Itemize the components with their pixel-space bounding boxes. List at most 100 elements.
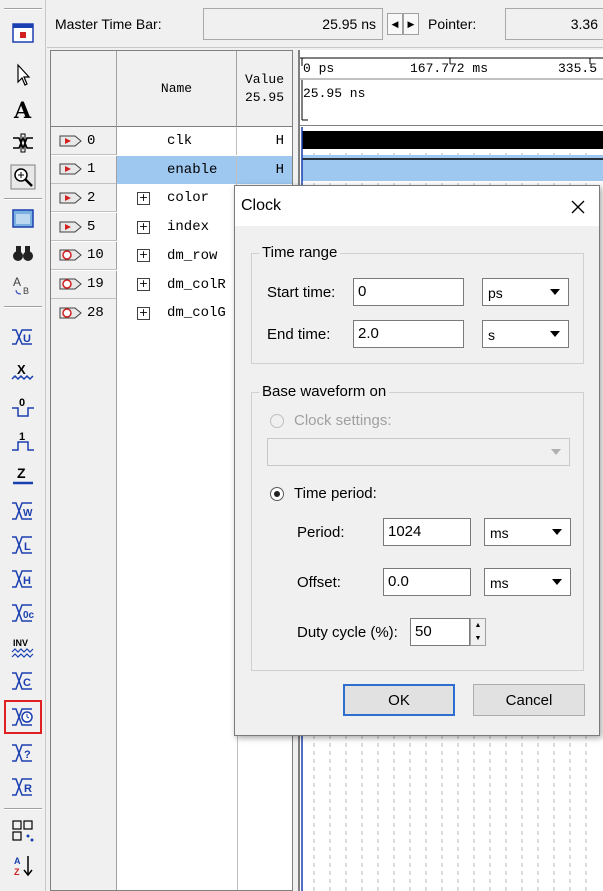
row-name-cell[interactable]: clk bbox=[117, 127, 237, 155]
chevron-down-icon bbox=[546, 521, 568, 543]
row-name-cell[interactable]: + dm_colR bbox=[117, 270, 237, 299]
duty-cycle-spinner[interactable]: ▲ ▼ bbox=[470, 618, 486, 646]
svg-text:INV: INV bbox=[13, 638, 28, 648]
row-name-cell[interactable]: enable bbox=[117, 155, 237, 184]
waveform-toolbar: A AB U X 0 1 Z W L H 0c INV C ? R A Z bbox=[0, 0, 46, 891]
time-period-label: Time period: bbox=[294, 485, 377, 502]
row-id-cell: 2 bbox=[51, 184, 117, 213]
name-column-header[interactable]: Name bbox=[117, 51, 237, 127]
time-range-title: Time range bbox=[259, 244, 341, 261]
waveform-edit-icon[interactable] bbox=[6, 128, 40, 158]
signal-name: dm_colG bbox=[167, 305, 226, 322]
forcing-unknown-icon[interactable]: X bbox=[6, 357, 40, 387]
chevron-down-icon bbox=[544, 281, 566, 303]
row-value-cell: H bbox=[237, 127, 292, 155]
signal-name: enable bbox=[167, 161, 218, 178]
row-value-cell: H bbox=[237, 155, 292, 184]
spin-down-icon[interactable]: ▼ bbox=[471, 632, 485, 645]
expand-icon[interactable]: + bbox=[137, 220, 150, 234]
text-tool-icon[interactable]: A bbox=[6, 94, 40, 124]
count-value-icon[interactable]: C bbox=[6, 666, 40, 696]
arbitrary-value-icon[interactable]: ? bbox=[6, 738, 40, 768]
svg-text:C: C bbox=[23, 677, 31, 689]
value-header-label: Value bbox=[244, 71, 284, 87]
offset-input[interactable]: 0.0 bbox=[383, 568, 471, 596]
row-id: 5 bbox=[87, 218, 96, 235]
svg-text:0: 0 bbox=[19, 397, 25, 409]
signal-value: H bbox=[275, 133, 284, 149]
pointer-tool-icon[interactable] bbox=[6, 60, 40, 90]
sort-icon[interactable]: AZ bbox=[6, 850, 40, 880]
svg-text:0c: 0c bbox=[23, 610, 35, 621]
clock-settings-radio[interactable] bbox=[270, 414, 284, 428]
start-time-unit-select[interactable]: ps bbox=[482, 278, 569, 306]
id-column-fill bbox=[51, 323, 117, 890]
row-name-cell[interactable]: + dm_colG bbox=[117, 299, 237, 328]
period-unit-select[interactable]: ms bbox=[484, 518, 571, 546]
value-header-time: 25.95 bbox=[244, 89, 284, 105]
forcing-low-icon[interactable]: 0 bbox=[6, 392, 40, 422]
row-id: 1 bbox=[87, 161, 96, 178]
row-name-cell[interactable]: + color bbox=[117, 184, 237, 213]
row-name-cell[interactable]: + dm_row bbox=[117, 241, 237, 270]
pointer-field[interactable]: 3.36 bbox=[505, 8, 603, 40]
offset-unit-select[interactable]: ms bbox=[484, 568, 571, 596]
row-id-cell: 10 bbox=[51, 241, 117, 270]
toolbar-separator bbox=[4, 808, 42, 810]
offset-unit-value: ms bbox=[490, 575, 509, 591]
cancel-button[interactable]: Cancel bbox=[473, 684, 585, 716]
period-unit-value: ms bbox=[490, 525, 509, 541]
spin-up-icon[interactable]: ▲ bbox=[471, 619, 485, 632]
expand-icon[interactable]: + bbox=[137, 191, 150, 205]
expand-icon[interactable]: + bbox=[137, 249, 150, 263]
row-name-cell[interactable]: + index bbox=[117, 213, 237, 242]
master-time-bar-field[interactable]: 25.95 ns bbox=[203, 8, 383, 40]
next-transition-button[interactable]: ▶ bbox=[403, 13, 419, 35]
svg-text:X: X bbox=[17, 362, 26, 377]
timescale-header: 0 ps 167.772 ms 335.5 25.95 ns bbox=[300, 50, 603, 126]
weak-unknown-icon[interactable]: W bbox=[6, 496, 40, 526]
svg-text:L: L bbox=[24, 541, 31, 553]
full-screen-icon[interactable] bbox=[6, 204, 40, 234]
end-time-unit-value: s bbox=[488, 327, 495, 343]
toolbar-separator bbox=[4, 198, 42, 200]
replace-icon[interactable]: AB bbox=[6, 270, 40, 300]
output-pin-icon bbox=[59, 249, 82, 261]
random-value-icon[interactable]: R bbox=[6, 772, 40, 802]
duty-cycle-input[interactable]: 50 bbox=[410, 618, 470, 646]
close-icon[interactable] bbox=[565, 194, 591, 220]
clock-settings-select bbox=[267, 438, 570, 466]
start-time-input[interactable]: 0 bbox=[353, 278, 464, 306]
find-icon[interactable] bbox=[6, 238, 40, 268]
ok-button[interactable]: OK bbox=[343, 684, 455, 716]
end-time-input[interactable]: 2.0 bbox=[353, 320, 464, 348]
previous-transition-button[interactable]: ◀ bbox=[387, 13, 403, 35]
period-input[interactable]: 1024 bbox=[383, 518, 471, 546]
pointer-label: Pointer: bbox=[428, 16, 477, 32]
table-row[interactable]: 1 enable H bbox=[51, 155, 292, 184]
dialog-title: Clock bbox=[241, 197, 282, 214]
high-impedance-icon[interactable]: Z bbox=[6, 460, 40, 490]
forcing-high-icon[interactable]: 1 bbox=[6, 426, 40, 456]
window-icon[interactable] bbox=[6, 18, 40, 48]
end-time-unit-select[interactable]: s bbox=[482, 320, 569, 348]
input-pin-icon bbox=[59, 163, 82, 175]
value-column-header[interactable]: Value 25.95 bbox=[237, 51, 292, 127]
snap-to-grid-icon[interactable] bbox=[6, 816, 40, 846]
time-period-radio[interactable] bbox=[270, 487, 284, 501]
timescale-tick-0: 0 ps bbox=[303, 61, 335, 76]
invert-icon[interactable]: INV bbox=[6, 632, 40, 662]
dont-care-icon[interactable]: 0c bbox=[6, 598, 40, 628]
zoom-tool-icon[interactable] bbox=[6, 162, 40, 192]
clock-settings-label: Clock settings: bbox=[294, 412, 392, 429]
input-pin-icon bbox=[59, 192, 82, 204]
overwrite-clock-icon[interactable] bbox=[4, 700, 42, 734]
expand-icon[interactable]: + bbox=[137, 278, 150, 291]
weak-high-icon[interactable]: H bbox=[6, 564, 40, 594]
table-row[interactable]: 0 clk H bbox=[51, 127, 292, 155]
duty-cycle-label: Duty cycle (%): bbox=[297, 624, 398, 641]
svg-text:Z: Z bbox=[17, 465, 26, 481]
weak-low-icon[interactable]: L bbox=[6, 530, 40, 560]
expand-icon[interactable]: + bbox=[137, 306, 150, 320]
uninitialized-value-icon[interactable]: U bbox=[6, 322, 40, 352]
